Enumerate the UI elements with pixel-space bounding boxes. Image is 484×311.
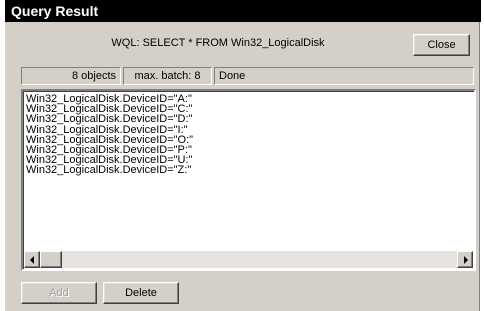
object-count: 8 objects — [21, 67, 121, 85]
delete-button[interactable]: Delete — [103, 282, 179, 304]
status-text: Done — [214, 67, 474, 85]
query-result-window: Query Result WQL: SELECT * FROM Win32_Lo… — [4, 0, 481, 311]
query-text: WQL: SELECT * FROM Win32_LogicalDisk — [111, 37, 325, 49]
add-button: Add — [21, 282, 97, 304]
results-list: Win32_LogicalDisk.DeviceID="A:" Win32_Lo… — [26, 94, 471, 249]
scroll-right-button[interactable] — [457, 251, 473, 268]
list-item[interactable]: Win32_LogicalDisk.DeviceID="Z:" — [26, 165, 471, 176]
window-title: Query Result — [5, 0, 481, 22]
close-button[interactable]: Close — [413, 34, 470, 56]
scroll-left-button[interactable] — [24, 251, 40, 268]
results-listbox[interactable]: Win32_LogicalDisk.DeviceID="A:" Win32_Lo… — [21, 89, 476, 271]
arrow-left-icon — [30, 256, 34, 264]
scroll-thumb[interactable] — [40, 251, 62, 268]
arrow-right-icon — [464, 256, 468, 264]
max-batch: max. batch: 8 — [123, 67, 212, 85]
horizontal-scrollbar[interactable] — [24, 251, 473, 268]
